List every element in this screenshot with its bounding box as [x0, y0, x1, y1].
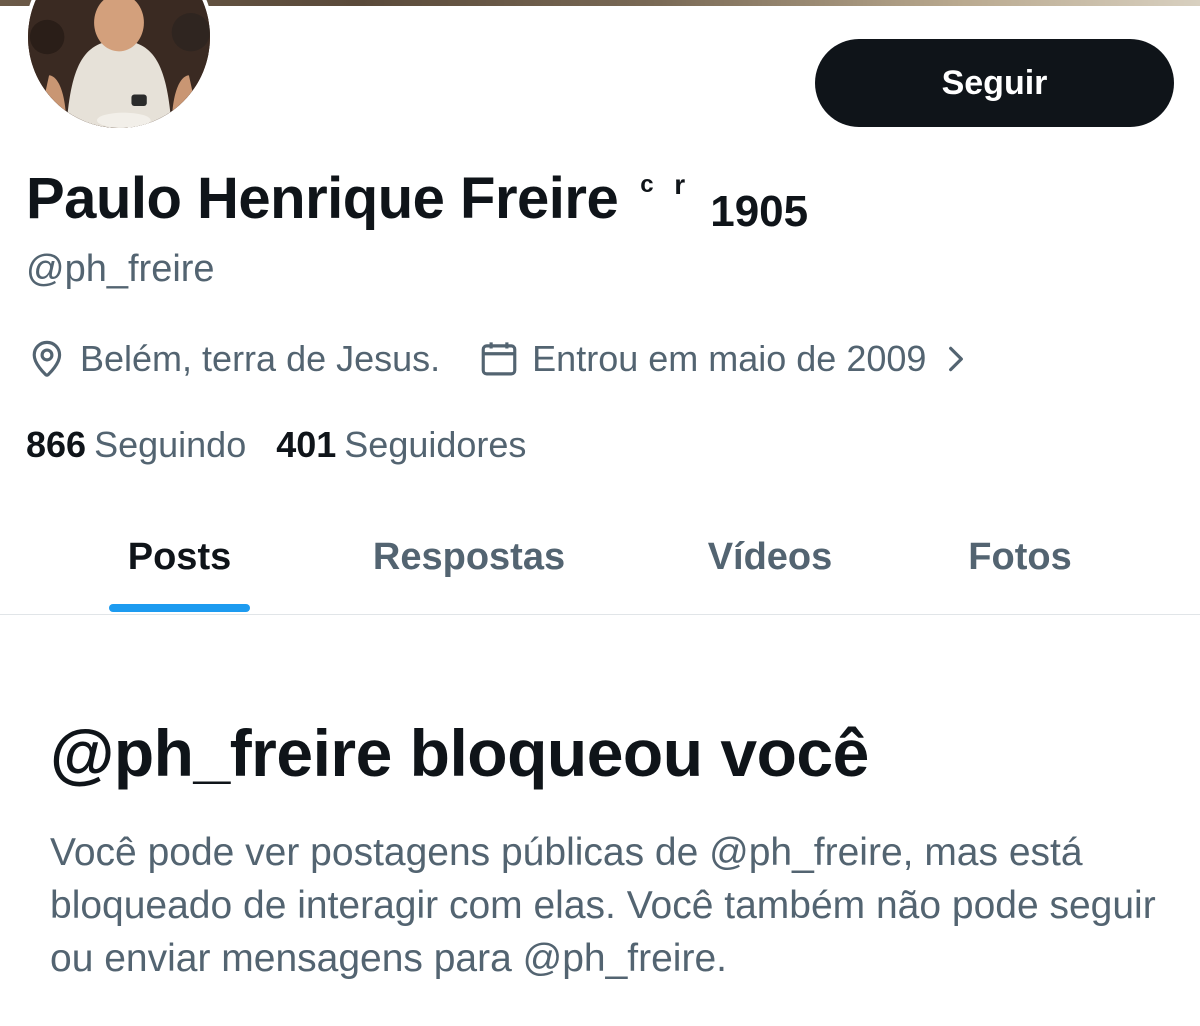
profile-joined-text: Entrou em maio de 2009: [532, 338, 927, 379]
tab-videos[interactable]: Vídeos: [680, 500, 860, 614]
name-suffix-year: 1905: [710, 187, 809, 236]
profile-name-row: Paulo Henrique Freire c r 1905: [26, 163, 840, 236]
avatar-photo: [28, 0, 210, 128]
followers-link[interactable]: 401 Seguidores: [276, 424, 526, 466]
name-suffix-c: c: [640, 171, 654, 198]
tab-fotos[interactable]: Fotos: [945, 500, 1095, 614]
profile-location: Belém, terra de Jesus.: [26, 338, 440, 380]
name-suffix: c r 1905: [640, 163, 840, 236]
avatar[interactable]: [24, 0, 214, 132]
tab-respostas[interactable]: Respostas: [340, 500, 598, 614]
chevron-right-icon: [940, 343, 972, 375]
location-pin-icon: [26, 338, 68, 380]
follow-button[interactable]: Seguir: [815, 39, 1174, 127]
profile-display-name: Paulo Henrique Freire: [26, 166, 619, 231]
following-link[interactable]: 866 Seguindo: [26, 424, 246, 466]
profile-tabs: Posts Respostas Vídeos Fotos: [0, 500, 1200, 615]
following-count: 866: [26, 424, 87, 465]
name-suffix-r: r: [674, 169, 686, 200]
following-label: Seguindo: [94, 424, 247, 465]
profile-stats: 866 Seguindo 401 Seguidores: [26, 424, 526, 466]
calendar-icon: [478, 338, 520, 380]
profile-handle: @ph_freire: [26, 248, 215, 290]
followers-label: Seguidores: [344, 424, 527, 465]
profile-meta: Belém, terra de Jesus. Entrou em maio de…: [26, 338, 972, 380]
tab-posts[interactable]: Posts: [92, 500, 267, 614]
followers-count: 401: [276, 424, 337, 465]
blocked-title: @ph_freire bloqueou você: [50, 716, 869, 790]
profile-joined[interactable]: Entrou em maio de 2009: [478, 338, 972, 380]
profile-location-text: Belém, terra de Jesus.: [80, 338, 441, 379]
profile-page: Seguir Paulo Henrique Freire c r 1905 @p…: [0, 0, 1200, 1026]
active-tab-indicator: [109, 604, 250, 612]
blocked-description: Você pode ver postagens públicas de @ph_…: [50, 831, 1156, 980]
